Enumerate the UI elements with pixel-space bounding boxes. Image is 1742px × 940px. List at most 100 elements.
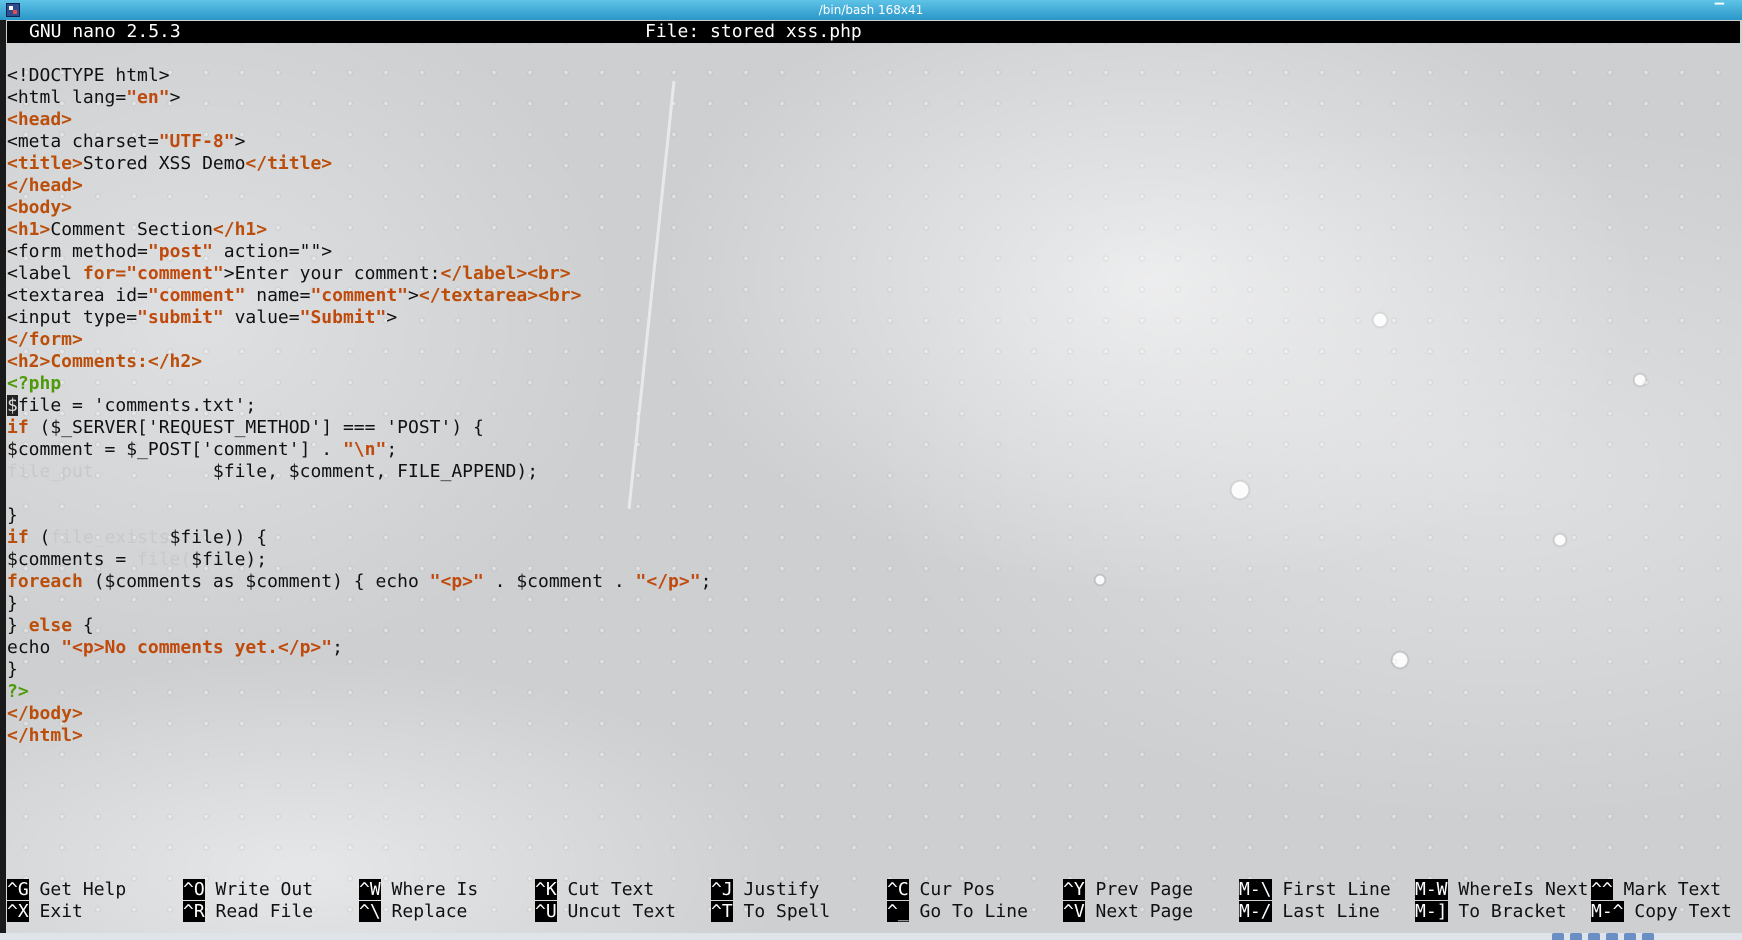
code-tag: <title> (7, 153, 83, 174)
code-line: echo "<p>No comments yet.</p>"; (7, 637, 343, 659)
window-title-bar[interactable]: /bin/bash 168x41 ▔ (0, 0, 1742, 20)
code-token: <form method= (7, 241, 148, 262)
nano-version: GNU nano 2.5.3 (29, 21, 181, 42)
code-line: <title>Stored XSS Demo</title> (7, 153, 332, 175)
shortcut-last-line[interactable]: M-/ Last Line (1239, 901, 1380, 923)
code-faint-token: file( (137, 549, 192, 570)
shortcut-label: To Bracket (1458, 901, 1567, 922)
shortcut-to-spell[interactable]: ^T To Spell (711, 901, 830, 923)
code-line: <html lang="en"> (7, 87, 180, 109)
terminal-app-icon[interactable] (6, 3, 20, 17)
code-token: echo (7, 637, 62, 658)
shortcut-prev-page[interactable]: ^Y Prev Page (1063, 879, 1193, 901)
shortcut-label: Cut Text (567, 879, 655, 900)
shortcut-label: Next Page (1095, 901, 1194, 922)
shortcut-key: ^W (359, 879, 381, 900)
shortcut-cur-pos[interactable]: ^C Cur Pos (887, 879, 995, 901)
code-tag: </textarea><br> (418, 285, 582, 306)
code-line: } else { (7, 615, 94, 637)
code-token: ; (700, 571, 712, 592)
code-line: } (7, 593, 18, 615)
code-line: $comment = $_POST['comment'] . "\n"; (7, 439, 397, 461)
code-token: . $comment . (483, 571, 636, 592)
shortcut-replace[interactable]: ^\ Replace (359, 901, 467, 923)
shortcut-key: ^\ (359, 901, 381, 922)
code-string: "comment" (126, 263, 224, 284)
nano-filename: File: stored xss.php (645, 21, 862, 42)
shortcut-key: ^G (7, 879, 29, 900)
shortcut-uncut-text[interactable]: ^U Uncut Text (535, 901, 676, 923)
code-string: "<p>" (429, 571, 484, 592)
code-token: ; (332, 637, 343, 658)
code-token: > (234, 131, 246, 152)
shortcut-label: Where Is (391, 879, 479, 900)
window-close-icon[interactable]: ▔ (1715, 0, 1724, 20)
shortcut-cut-text[interactable]: ^K Cut Text (535, 879, 654, 901)
code-string: "submit" (137, 307, 224, 328)
shortcut-go-to-line[interactable]: ^_ Go To Line (887, 901, 1028, 923)
shortcut-key: ^V (1063, 901, 1085, 922)
shortcut-where-is[interactable]: ^W Where Is (359, 879, 478, 901)
shortcut-whereis-next[interactable]: M-W WhereIs Next (1415, 879, 1588, 901)
shortcut-key: ^R (183, 901, 205, 922)
code-token: > (169, 87, 181, 108)
shortcut-label: Uncut Text (567, 901, 676, 922)
tray-icon[interactable] (1588, 933, 1600, 940)
shortcut-read-file[interactable]: ^R Read File (183, 901, 313, 923)
shortcut-mark-text[interactable]: ^^ Mark Text (1591, 879, 1721, 901)
code-token: <textarea id= (7, 285, 148, 306)
shortcut-label: Last Line (1282, 901, 1380, 922)
shortcut-label: Write Out (215, 879, 314, 900)
shortcut-label: Prev Page (1095, 879, 1194, 900)
code-keyword: for= (82, 263, 127, 284)
code-php-tag: <?php (7, 373, 62, 394)
shortcut-key: M-\ (1239, 879, 1272, 900)
shortcut-next-page[interactable]: ^V Next Page (1063, 901, 1193, 923)
shortcut-exit[interactable]: ^X Exit (7, 901, 83, 923)
code-string: "comment" (147, 285, 246, 306)
tray-icon[interactable] (1606, 933, 1618, 940)
shortcut-key: ^Y (1063, 879, 1085, 900)
code-token: <meta charset= (7, 131, 159, 152)
code-tag: </html> (7, 725, 83, 746)
shortcut-get-help[interactable]: ^G Get Help (7, 879, 126, 901)
shortcut-write-out[interactable]: ^O Write Out (183, 879, 313, 901)
code-token: ; (386, 439, 398, 460)
shortcut-key: ^K (535, 879, 557, 900)
shortcut-copy-text[interactable]: M-^ Copy Text (1591, 901, 1732, 923)
code-keyword: if (7, 527, 29, 548)
code-token: } (7, 505, 18, 526)
code-line: <head> (7, 109, 72, 131)
code-line: </head> (7, 175, 83, 197)
shortcut-label: Go To Line (919, 901, 1028, 922)
code-token: <!DOCTYPE html> (7, 65, 170, 86)
code-string: "Submit" (299, 307, 387, 328)
code-token: <label (7, 263, 83, 284)
code-token: } (7, 615, 29, 636)
code-line: </body> (7, 703, 83, 725)
taskbar-edge (0, 933, 1742, 940)
tray-icon[interactable] (1642, 933, 1654, 940)
shortcut-first-line[interactable]: M-\ First Line (1239, 879, 1391, 901)
code-line: <meta charset="UTF-8"> (7, 131, 245, 153)
code-tag: </h1> (212, 219, 268, 240)
shortcut-label: First Line (1282, 879, 1391, 900)
code-line: $comments = file($file); (7, 549, 267, 571)
shortcut-label: WhereIs Next (1458, 879, 1589, 900)
code-token: } (7, 659, 18, 680)
shortcut-key: ^O (183, 879, 205, 900)
shortcut-label: Get Help (39, 879, 127, 900)
shortcut-key: ^_ (887, 901, 909, 922)
code-line: $file = 'comments.txt'; (7, 395, 256, 417)
code-token: Comment Section (50, 219, 213, 240)
tray-icon[interactable] (1570, 933, 1582, 940)
code-string: "comment" (310, 285, 409, 306)
code-tag: <h1> (7, 219, 51, 240)
shortcut-to-bracket[interactable]: M-] To Bracket (1415, 901, 1567, 923)
tray-icon[interactable] (1552, 933, 1564, 940)
shortcut-justify[interactable]: ^J Justify (711, 879, 819, 901)
shortcut-label: Read File (215, 901, 314, 922)
code-line: <h2>Comments:</h2> (7, 351, 202, 373)
tray-icon[interactable] (1624, 933, 1636, 940)
text-cursor: $ (7, 395, 18, 416)
